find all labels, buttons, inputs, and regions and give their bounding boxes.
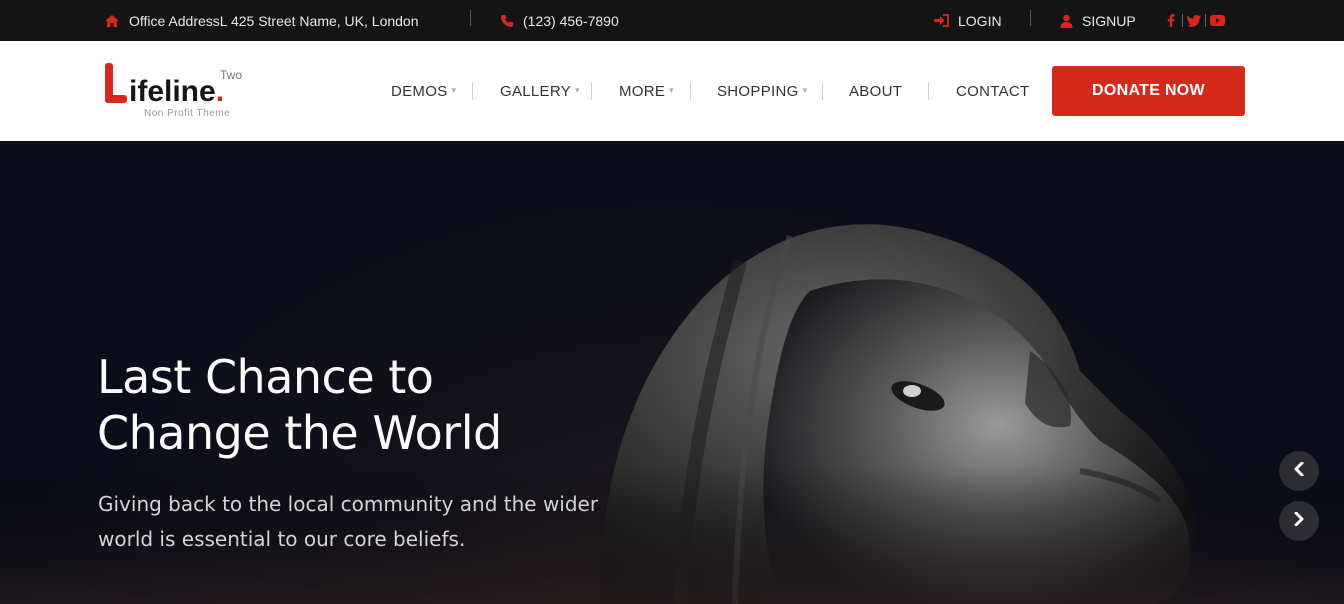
chevron-down-icon: ▾	[575, 84, 580, 95]
nav-shopping-label: SHOPPING	[717, 82, 799, 100]
site-logo[interactable]: ifeline. Two Non Profit Theme	[104, 63, 264, 123]
chevron-right-icon	[1293, 511, 1305, 531]
top-bar: Office AddressL 425 Street Name, UK, Lon…	[0, 0, 1344, 41]
signup-link[interactable]: SIGNUP	[1060, 0, 1136, 41]
phone-text: (123) 456-7890	[523, 12, 619, 29]
nav-more-label: MORE	[619, 82, 666, 100]
login-icon	[934, 14, 949, 27]
address-info: Office AddressL 425 Street Name, UK, Lon…	[104, 0, 419, 41]
slider-next-button[interactable]	[1279, 501, 1319, 541]
logo-l-mark	[105, 63, 127, 103]
hero-subtitle: Giving back to the local community and t…	[98, 487, 638, 557]
login-link[interactable]: LOGIN	[934, 0, 1002, 41]
user-icon	[1060, 14, 1073, 28]
divider	[1030, 10, 1031, 26]
home-icon	[104, 14, 120, 28]
nav-shopping[interactable]: SHOPPING ▾	[717, 41, 807, 141]
nav-demos-label: DEMOS	[391, 82, 448, 100]
social-links	[1160, 0, 1228, 41]
nav-contact[interactable]: CONTACT	[956, 41, 1029, 141]
nav-gallery-label: GALLERY	[500, 82, 572, 100]
nav-about-label: ABOUT	[849, 82, 903, 100]
twitter-icon[interactable]	[1183, 13, 1205, 29]
divider	[472, 83, 473, 100]
logo-superscript: Two	[220, 68, 243, 82]
nav-contact-label: CONTACT	[956, 82, 1030, 100]
divider	[470, 10, 471, 26]
logo-tagline: Non Profit Theme	[144, 108, 231, 119]
hero-title: Last Chance to Change the World	[97, 349, 617, 461]
login-label: LOGIN	[958, 12, 1002, 29]
divider	[822, 83, 823, 100]
hero-title-line-1: Last Chance to	[97, 350, 434, 404]
phone-icon	[500, 14, 514, 28]
nav-demos[interactable]: DEMOS ▾	[391, 41, 456, 141]
chevron-down-icon: ▾	[451, 84, 457, 95]
donate-now-button[interactable]: DONATE NOW	[1052, 66, 1245, 116]
chevron-down-icon: ▾	[669, 84, 675, 95]
hero-subtitle-line-1: Giving back to the local community and t…	[98, 492, 599, 516]
hero-slider: Last Chance to Change the World Giving b…	[0, 141, 1344, 604]
nav-more[interactable]: MORE ▾	[619, 41, 674, 141]
divider	[690, 83, 691, 100]
slider-prev-button[interactable]	[1279, 451, 1319, 491]
address-text: Office AddressL 425 Street Name, UK, Lon…	[129, 12, 419, 29]
signup-label: SIGNUP	[1082, 12, 1136, 29]
facebook-icon[interactable]	[1160, 13, 1182, 29]
chevron-down-icon: ▾	[802, 84, 808, 95]
nav-gallery[interactable]: GALLERY ▾	[500, 41, 580, 141]
phone-info[interactable]: (123) 456-7890	[500, 0, 619, 41]
hero-subtitle-line-2: world is essential to our core beliefs.	[98, 527, 466, 551]
logo-wordmark: ifeline.	[129, 75, 225, 108]
nav-about[interactable]: ABOUT	[849, 41, 902, 141]
chevron-left-icon	[1293, 461, 1305, 481]
hero-title-line-2: Change the World	[97, 406, 502, 460]
divider	[591, 83, 592, 100]
youtube-icon[interactable]	[1206, 13, 1228, 29]
divider	[928, 83, 929, 100]
